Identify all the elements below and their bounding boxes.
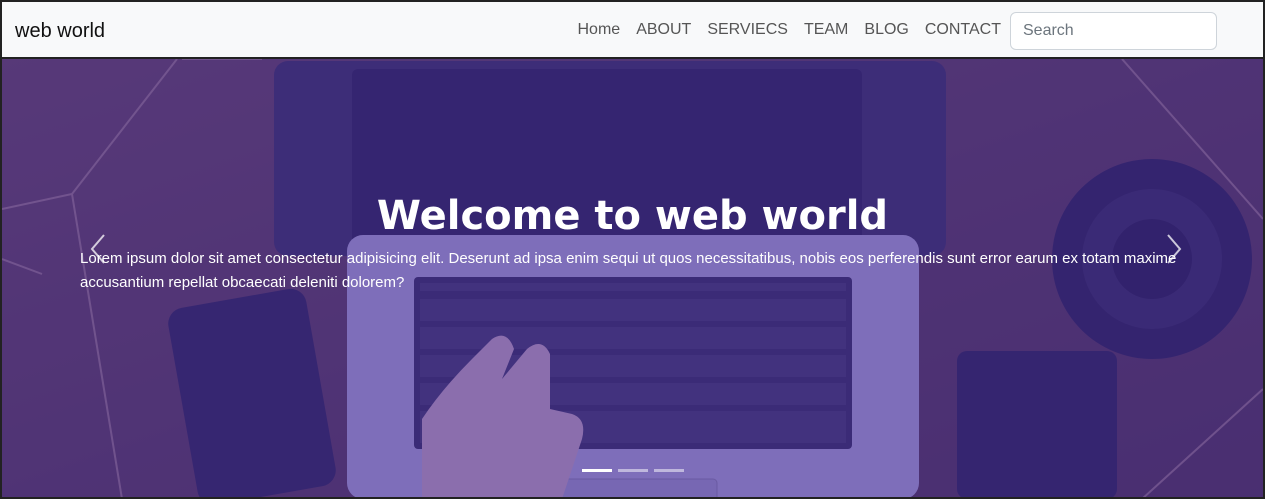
carousel-indicators bbox=[582, 469, 684, 472]
carousel-indicator-3[interactable] bbox=[654, 469, 684, 472]
hero-description: Lorem ipsum dolor sit amet consectetur a… bbox=[80, 250, 1177, 291]
hero-title: Welcome to web world bbox=[376, 193, 889, 239]
hero-carousel: Welcome to web world Lorem ipsum dolor s… bbox=[2, 59, 1263, 497]
nav-contact[interactable]: CONTACT bbox=[925, 21, 1001, 39]
page-frame: web world Home ABOUT SERVIECS TEAM BLOG … bbox=[0, 0, 1265, 499]
carousel-prev-button[interactable] bbox=[86, 231, 110, 267]
carousel-next-button[interactable] bbox=[1162, 231, 1186, 267]
nav-about[interactable]: ABOUT bbox=[636, 21, 691, 39]
search-input[interactable] bbox=[1010, 12, 1217, 50]
nav-links: Home ABOUT SERVIECS TEAM BLOG CONTACT bbox=[578, 21, 1002, 39]
nav-blog[interactable]: BLOG bbox=[864, 21, 908, 39]
chevron-right-icon bbox=[1167, 234, 1182, 264]
chevron-left-icon bbox=[90, 234, 105, 264]
nav-home[interactable]: Home bbox=[578, 21, 621, 39]
brand-logo[interactable]: web world bbox=[15, 20, 105, 43]
nav-team[interactable]: TEAM bbox=[804, 21, 848, 39]
carousel-indicator-2[interactable] bbox=[618, 469, 648, 472]
carousel-indicator-1[interactable] bbox=[582, 469, 612, 472]
navbar: web world Home ABOUT SERVIECS TEAM BLOG … bbox=[2, 2, 1263, 59]
nav-services[interactable]: SERVIECS bbox=[707, 21, 788, 39]
